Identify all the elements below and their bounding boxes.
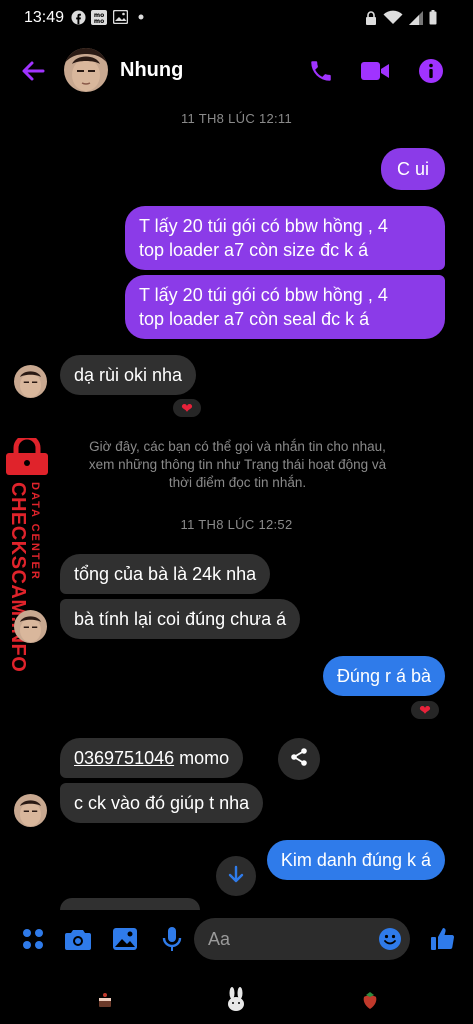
lock-logo-icon (6, 438, 48, 475)
cake-emoji-icon[interactable] (92, 987, 118, 1013)
back-arrow-icon[interactable] (16, 54, 50, 88)
phone-link[interactable]: 0369751046 (74, 748, 174, 768)
message-input[interactable] (208, 918, 368, 960)
signal-icon (409, 10, 423, 30)
message-incoming[interactable]: 0369751046 momo (60, 738, 244, 778)
message-incoming[interactable]: tổng của bà là 24k nha (60, 554, 271, 594)
watermark-site: CHECKSCAM.INFO (7, 482, 29, 673)
video-call-icon[interactable] (358, 54, 392, 88)
timestamp: 11 TH8 LÚC 12:52 (180, 517, 293, 532)
contact-avatar-small[interactable] (14, 365, 47, 398)
contact-name[interactable]: Nhung (120, 59, 183, 82)
heart-icon: ❤ (181, 400, 193, 416)
wifi-icon (383, 10, 403, 30)
message-incoming[interactable]: dạ rùi oki nha (60, 355, 197, 395)
battery-icon (429, 10, 437, 30)
message-outgoing[interactable]: Đúng r á bà (322, 656, 445, 696)
contact-avatar[interactable] (64, 48, 108, 92)
emoji-icon[interactable] (378, 927, 402, 956)
message-input-box[interactable] (194, 918, 410, 960)
message-outgoing[interactable]: T lấy 20 túi gói có bbw hồng , 4 top loa… (125, 206, 445, 270)
heart-icon: ❤ (419, 702, 431, 718)
message-incoming[interactable]: c ck vào đó giúp t nha (60, 783, 264, 823)
lock-icon (365, 10, 377, 30)
contact-avatar-small[interactable] (14, 610, 47, 643)
info-icon[interactable] (414, 54, 448, 88)
message-outgoing[interactable]: T lấy 20 túi gói có bbw hồng , 4 top loa… (125, 275, 445, 339)
message-composer (0, 910, 473, 970)
share-icon (289, 747, 309, 772)
microphone-icon[interactable] (157, 924, 187, 954)
scroll-to-bottom-button[interactable] (216, 856, 256, 896)
status-bar: 13:49 mo mo (0, 0, 473, 36)
timestamp: 11 TH8 LÚC 12:11 (180, 111, 293, 126)
arrow-down-icon (227, 865, 245, 888)
thumbs-up-icon[interactable] (428, 924, 458, 954)
chat-header: Nhung (0, 40, 473, 100)
heart-reaction[interactable]: ❤ (409, 699, 441, 721)
heart-reaction[interactable]: ❤ (171, 397, 203, 419)
gallery-icon (112, 9, 128, 25)
momo-icon: mo mo (91, 9, 107, 25)
svg-text:mo: mo (94, 18, 104, 25)
system-notice: Giờ đây, các bạn có thể gọi và nhắn tin … (88, 439, 387, 490)
system-navigation-bar (0, 975, 473, 1024)
message-outgoing[interactable]: C ui (380, 148, 445, 190)
facebook-icon (70, 9, 86, 25)
share-button[interactable] (278, 738, 320, 780)
message-incoming[interactable]: bà tính lại coi đúng chưa á (60, 599, 301, 639)
strawberry-emoji-icon[interactable] (357, 987, 383, 1013)
message-outgoing[interactable]: Kim danh đúng k á (266, 840, 445, 880)
phone-call-icon[interactable] (304, 54, 338, 88)
dot-icon (133, 9, 149, 25)
bunny-emoji-icon[interactable] (223, 987, 249, 1013)
contact-avatar-small[interactable] (14, 794, 47, 827)
menu-grid-icon[interactable] (18, 924, 48, 954)
gallery-picker-icon[interactable] (110, 924, 140, 954)
camera-icon[interactable] (63, 924, 93, 954)
status-time: 13:49 (24, 9, 65, 26)
